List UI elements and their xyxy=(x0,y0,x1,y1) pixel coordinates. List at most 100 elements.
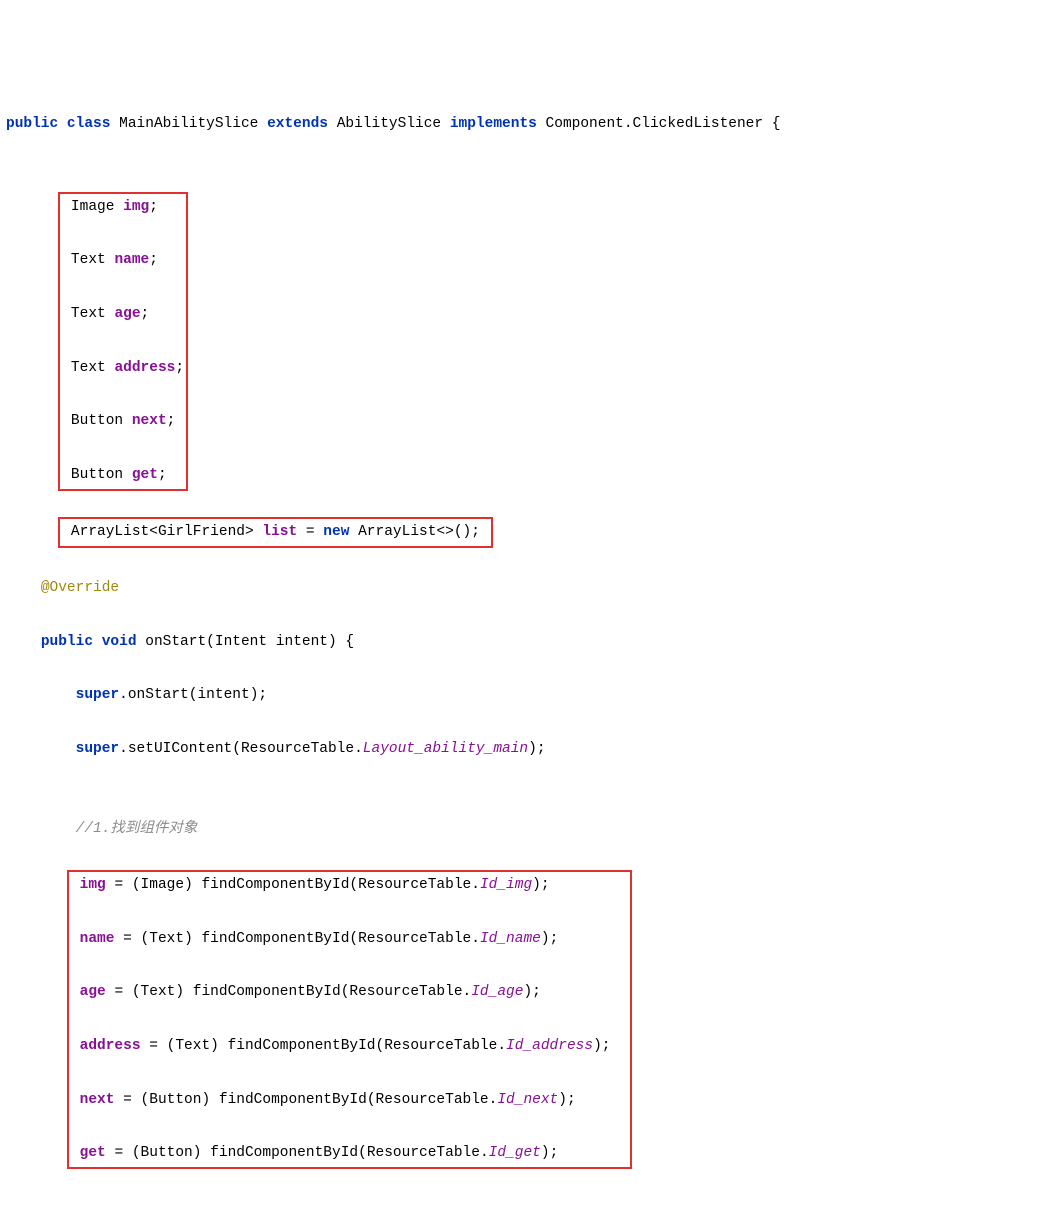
cast-text: Text xyxy=(149,931,184,947)
semicolon: ; xyxy=(567,1092,576,1108)
list-highlight-box: ArrayList<GirlFriend> list = new ArrayLi… xyxy=(58,517,492,548)
rparen: ) xyxy=(328,634,337,650)
type-button: Button xyxy=(71,413,123,429)
rparen: ) xyxy=(184,877,193,893)
dot: . xyxy=(354,741,363,757)
field-name: name xyxy=(114,252,149,268)
field-next: next xyxy=(132,413,167,429)
method-findcomponent: findComponentById xyxy=(193,984,341,1000)
dot: . xyxy=(463,984,472,1000)
var-next: next xyxy=(80,1092,115,1108)
field-get: get xyxy=(132,467,158,483)
field-address-line: Text address; xyxy=(62,355,184,382)
equals: = xyxy=(114,1145,123,1161)
field-name-line: Text name; xyxy=(62,247,184,274)
rparen: ) xyxy=(541,931,550,947)
method-setuicontent: setUIContent xyxy=(128,741,232,757)
type-text: Text xyxy=(71,252,106,268)
field-img-line: Image img; xyxy=(62,194,184,221)
type-arraylist: ArrayList xyxy=(71,524,149,540)
semicolon: ; xyxy=(158,467,167,483)
cast-image: Image xyxy=(141,877,185,893)
method-findcomponent: findComponentById xyxy=(219,1092,367,1108)
layout-ability-main: Layout_ability_main xyxy=(363,741,528,757)
keyword-implements: implements xyxy=(450,116,537,132)
semicolon: ; xyxy=(532,984,541,1000)
method-onstart-call: onStart xyxy=(128,687,189,703)
dot: . xyxy=(119,741,128,757)
cast-text: Text xyxy=(175,1038,210,1054)
lparen: ( xyxy=(341,984,350,1000)
superclass-name: AbilitySlice xyxy=(337,116,441,132)
comment-find-components: //1.找到组件对象 xyxy=(76,821,198,837)
lparen: ( xyxy=(132,1145,141,1161)
lparen: ( xyxy=(358,1145,367,1161)
assignments-highlight-box: img = (Image) findComponentById(Resource… xyxy=(67,870,632,1169)
param-intent: intent xyxy=(276,634,328,650)
fields-highlight-box: Image img; Text name; Text age; Text add… xyxy=(58,192,188,491)
lparen: ( xyxy=(141,931,150,947)
id-address: Id_address xyxy=(506,1038,593,1054)
brace-open: { xyxy=(345,634,354,650)
keyword-public: public xyxy=(6,116,58,132)
rparen: ) xyxy=(523,984,532,1000)
field-age-line: Text age; xyxy=(62,301,184,328)
field-get-line: Button get; xyxy=(62,462,184,489)
id-next: Id_next xyxy=(497,1092,558,1108)
semicolon: ; xyxy=(149,252,158,268)
equals: = xyxy=(306,524,315,540)
rparen: ) xyxy=(193,1145,202,1161)
type-girlfriend: GirlFriend xyxy=(158,524,245,540)
dot: . xyxy=(119,687,128,703)
dot: . xyxy=(497,1038,506,1054)
field-img: img xyxy=(123,199,149,215)
field-address: address xyxy=(114,360,175,376)
lparen: ( xyxy=(349,877,358,893)
annotation-override: @Override xyxy=(41,580,119,596)
type-arraylist-2: ArrayList xyxy=(358,524,436,540)
semicolon: ; xyxy=(550,1145,559,1161)
super-onstart-line: super.onStart(intent); xyxy=(6,682,1047,709)
onstart-line: public void onStart(Intent intent) { xyxy=(6,629,1047,656)
lparen: ( xyxy=(232,741,241,757)
arg-intent: intent xyxy=(197,687,249,703)
class-declaration-line: public class MainAbilitySlice extends Ab… xyxy=(6,111,1047,138)
paren: () xyxy=(454,524,471,540)
keyword-new: new xyxy=(323,524,349,540)
type-button: Button xyxy=(71,467,123,483)
type-resourcetable: ResourceTable xyxy=(349,984,462,1000)
type-text: Text xyxy=(71,306,106,322)
rparen: ) xyxy=(541,1145,550,1161)
lparen: ( xyxy=(376,1038,385,1054)
id-get: Id_get xyxy=(489,1145,541,1161)
semicolon: ; xyxy=(141,306,150,322)
type-resourcetable: ResourceTable xyxy=(358,877,471,893)
list-declaration-line: ArrayList<GirlFriend> list = new ArrayLi… xyxy=(62,519,488,546)
var-address: address xyxy=(80,1038,141,1054)
type-text: Text xyxy=(71,360,106,376)
assign-age-line: age = (Text) findComponentById(ResourceT… xyxy=(71,979,628,1006)
keyword-super: super xyxy=(76,741,120,757)
cast-text: Text xyxy=(141,984,176,1000)
keyword-void: void xyxy=(102,634,137,650)
rparen: ) xyxy=(201,1092,210,1108)
dot: . xyxy=(480,1145,489,1161)
interface-name: Component.ClickedListener xyxy=(546,116,764,132)
id-img: Id_img xyxy=(480,877,532,893)
type-resourcetable: ResourceTable xyxy=(384,1038,497,1054)
dot: . xyxy=(489,1092,498,1108)
dot: . xyxy=(471,931,480,947)
semicolon: ; xyxy=(537,741,546,757)
lparen: ( xyxy=(367,1092,376,1108)
method-findcomponent: findComponentById xyxy=(201,877,349,893)
method-onstart: onStart xyxy=(145,634,206,650)
lparen: ( xyxy=(132,984,141,1000)
assign-name-line: name = (Text) findComponentById(Resource… xyxy=(71,926,628,953)
keyword-extends: extends xyxy=(267,116,328,132)
rparen: ) xyxy=(210,1038,219,1054)
equals: = xyxy=(114,877,123,893)
semicolon: ; xyxy=(167,413,176,429)
var-name: name xyxy=(80,931,115,947)
assign-next-line: next = (Button) findComponentById(Resour… xyxy=(71,1087,628,1114)
equals: = xyxy=(149,1038,158,1054)
